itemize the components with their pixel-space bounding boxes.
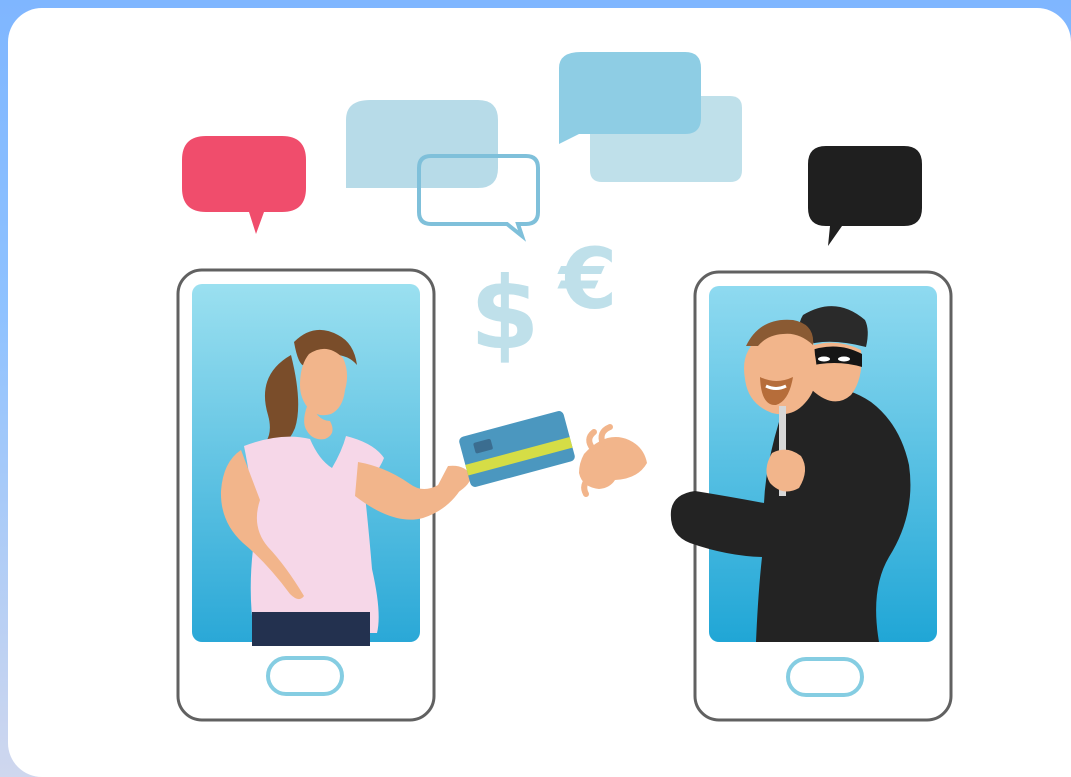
pink-speech-bubble [182,136,306,234]
light-blue-speech-bubble-left [346,100,540,242]
credit-card [459,411,575,487]
black-speech-bubble [808,146,922,246]
light-blue-speech-bubble-right [559,52,742,182]
illustration-card: $ € [8,8,1071,777]
phone-scam-illustration: $ € [176,52,953,722]
dollar-symbol: $ [470,255,540,372]
euro-symbol: € [557,230,617,328]
